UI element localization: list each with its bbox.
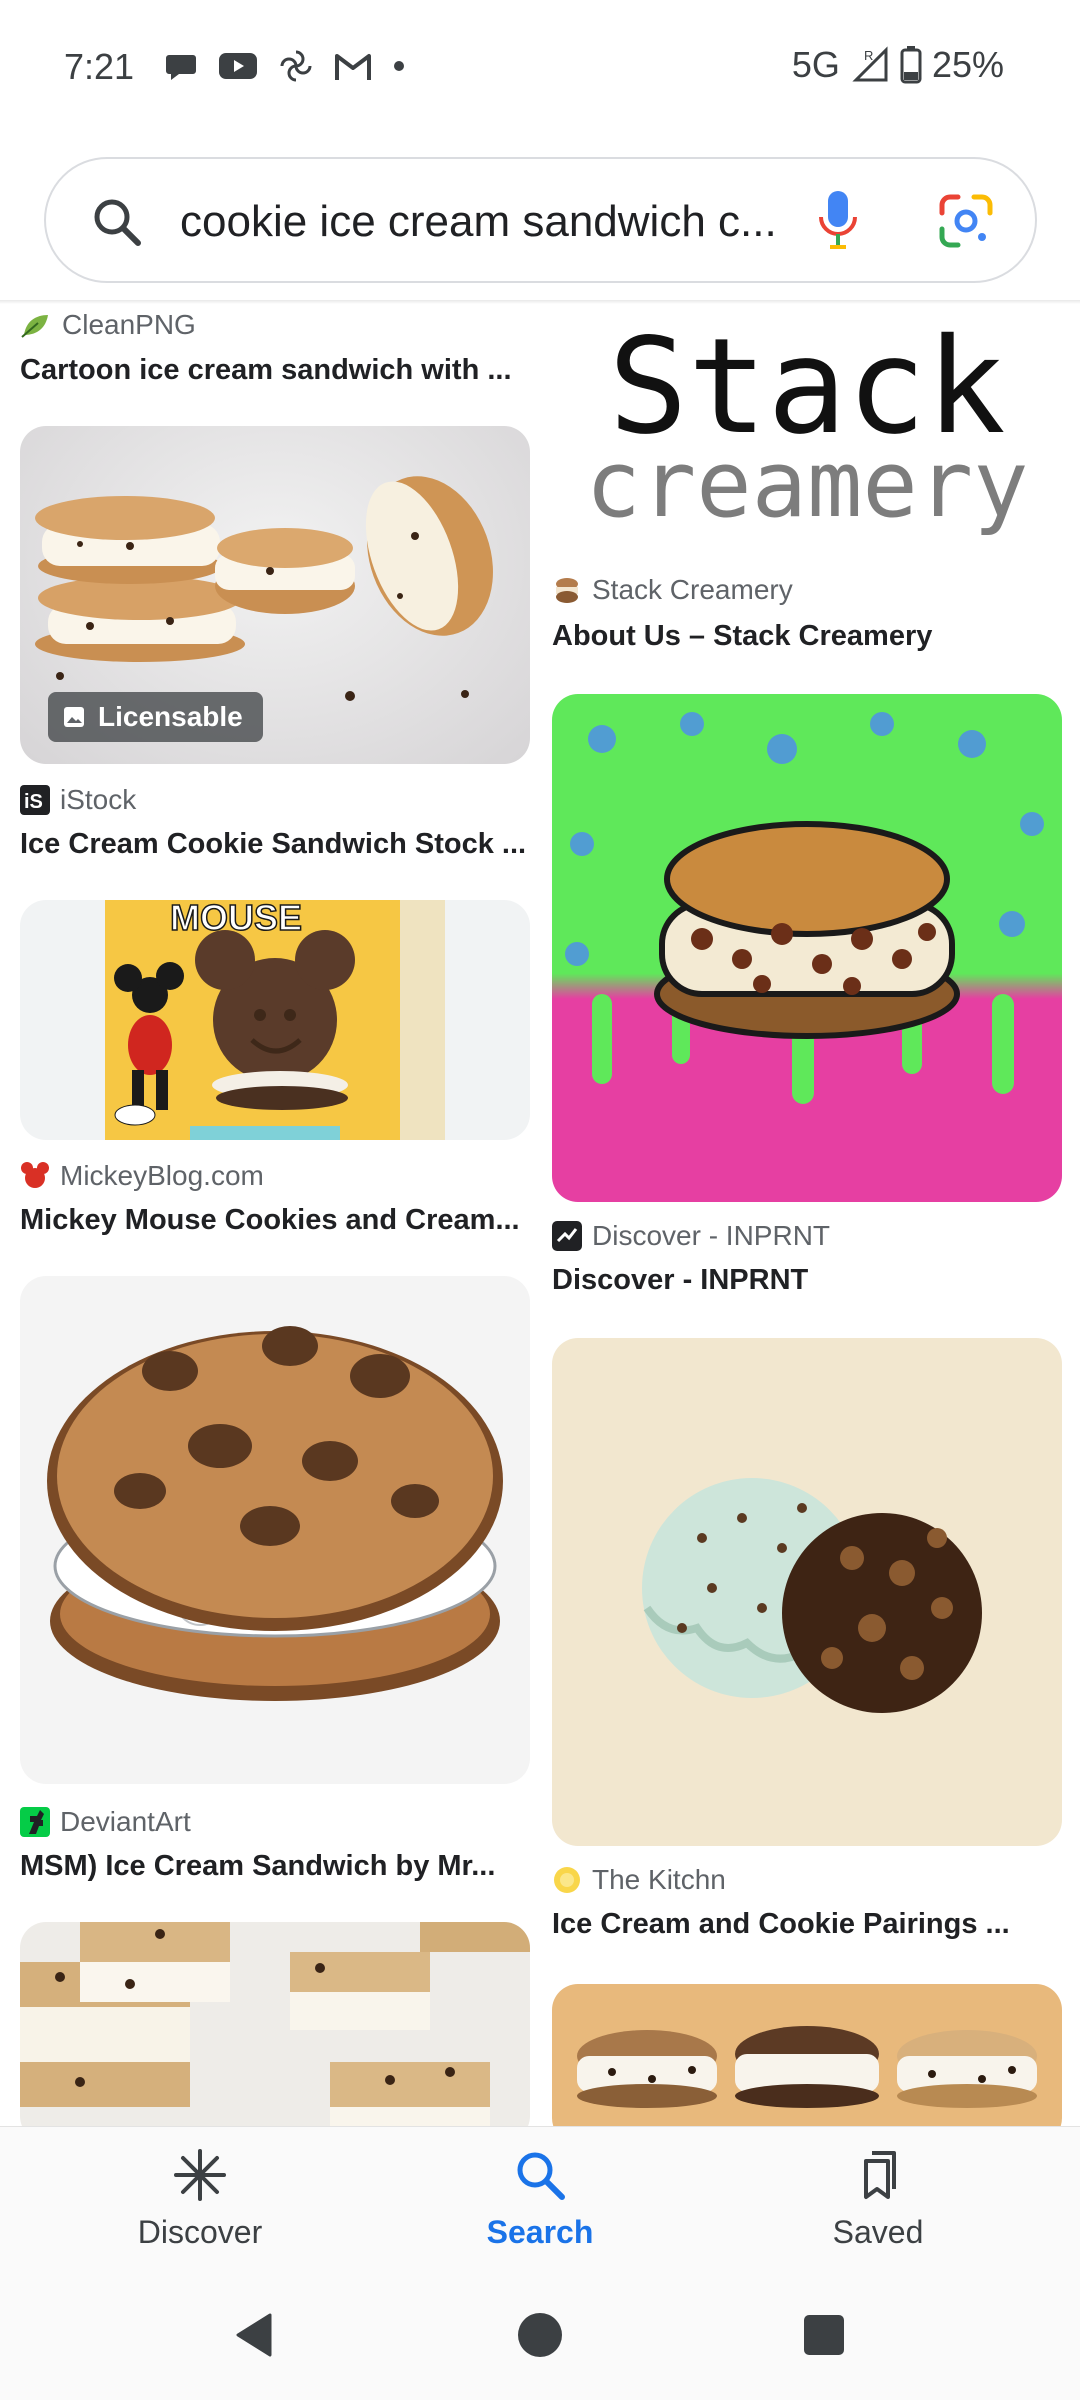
licensable-badge: Licensable — [48, 692, 263, 742]
svg-text:R: R — [864, 48, 873, 63]
image-icon — [64, 707, 84, 727]
result-source: iS iStock — [20, 784, 136, 816]
nav-saved[interactable]: Saved — [768, 2147, 988, 2251]
source-name: The Kitchn — [592, 1864, 726, 1895]
status-right: 5G R 25% — [792, 44, 1004, 86]
logo-line-2: creamery — [585, 431, 1028, 538]
result-title[interactable]: Ice Cream Cookie Sandwich Stock ... — [20, 828, 526, 861]
result-title[interactable]: MSM) Ice Cream Sandwich by Mr... — [20, 1850, 495, 1883]
stack-creamery-favicon-icon — [556, 578, 578, 603]
istock-favicon-icon: iS — [20, 785, 50, 815]
mickeyblog-favicon-icon — [21, 1162, 49, 1188]
result-thumbnail[interactable]: MOUSE — [20, 900, 530, 1140]
chat-bubble-icon — [166, 55, 196, 80]
signal-icon: R — [852, 46, 888, 82]
result-source: The Kitchn — [552, 1864, 726, 1896]
youtube-icon — [219, 53, 257, 79]
source-name: DeviantArt — [60, 1806, 191, 1837]
bottom-navigation: Discover Search Saved — [0, 2126, 1080, 2271]
nav-discover[interactable]: Discover — [90, 2147, 310, 2251]
mickey-box-image: MOUSE — [105, 900, 445, 1140]
result-card[interactable]: DeviantArt MSM) Ice Cream Sandwich by Mr… — [20, 1276, 530, 1906]
result-source: Stack Creamery — [552, 574, 793, 606]
status-bar: 7:21 5G R 25% — [0, 0, 1080, 135]
back-icon[interactable] — [232, 2311, 276, 2359]
result-thumbnail[interactable] — [20, 1922, 530, 2126]
home-icon[interactable] — [516, 2311, 564, 2359]
cleanpng-favicon-icon — [21, 315, 48, 338]
result-title[interactable]: Ice Cream and Cookie Pairings ... — [552, 1908, 1010, 1941]
three-ice-cream-sandwiches-image — [577, 2026, 1037, 2108]
svg-text:iS: iS — [24, 791, 43, 813]
result-thumbnail[interactable] — [552, 1984, 1062, 2126]
result-thumbnail[interactable] — [552, 694, 1062, 1202]
bookmarks-icon — [864, 2151, 896, 2199]
inprnt-favicon-icon — [552, 1221, 582, 1251]
image-results-grid[interactable]: CleanPNG Cartoon ice cream sandwich with… — [0, 304, 1080, 2126]
battery-icon — [900, 46, 922, 84]
gmail-icon — [335, 54, 371, 80]
search-icon — [517, 2152, 565, 2200]
system-navigation-bar — [0, 2271, 1080, 2400]
recents-icon[interactable] — [802, 2313, 846, 2357]
asterisk-icon — [174, 2149, 226, 2201]
result-card[interactable]: Stack creamery Stack Creamery About Us –… — [552, 304, 1062, 656]
cartoon-cookie-sandwich-image — [47, 1326, 503, 1701]
search-icon — [94, 199, 141, 246]
nav-search[interactable]: Search — [430, 2147, 650, 2251]
result-source: Discover - INPRNT — [552, 1220, 830, 1252]
result-card[interactable] — [20, 1922, 530, 2126]
deviantart-favicon-icon — [20, 1807, 50, 1837]
mic-icon[interactable] — [816, 187, 860, 253]
result-source: DeviantArt — [20, 1806, 191, 1838]
result-thumbnail[interactable] — [20, 1276, 530, 1784]
badge-label: Licensable — [98, 701, 243, 732]
result-title[interactable]: About Us – Stack Creamery — [552, 620, 932, 653]
the-kitchn-favicon-icon — [554, 1867, 580, 1893]
result-card[interactable]: MOUSE MickeyBlog.com Mickey Mouse Cookie… — [20, 900, 530, 1236]
nav-saved-label: Saved — [832, 2214, 924, 2250]
ice-cream-bars-image — [20, 1922, 530, 2126]
dot-icon — [394, 61, 404, 71]
result-source: CleanPNG — [20, 309, 196, 341]
result-title[interactable]: Cartoon ice cream sandwich with ... — [20, 354, 512, 387]
battery-percent: 25% — [931, 44, 1004, 85]
nav-discover-label: Discover — [137, 2214, 263, 2250]
result-thumbnail[interactable]: Licensable — [20, 426, 530, 764]
result-thumbnail[interactable] — [552, 1338, 1062, 1846]
search-bar[interactable]: cookie ice cream sandwich c... — [44, 157, 1037, 283]
result-card[interactable]: Licensable iS iStock Ice Cream Cookie Sa… — [20, 426, 530, 866]
result-source: MickeyBlog.com — [20, 1160, 264, 1192]
google-lens-icon[interactable] — [936, 191, 996, 251]
network-label: 5G — [791, 44, 840, 85]
result-card[interactable] — [552, 1984, 1062, 2126]
mint-ice-cream-cookie-image — [642, 1478, 982, 1713]
search-input[interactable]: cookie ice cream sandwich c... — [180, 197, 777, 247]
source-name: MickeyBlog.com — [60, 1160, 264, 1191]
result-title[interactable]: Mickey Mouse Cookies and Cream... — [20, 1204, 520, 1237]
pinwheel-icon — [280, 50, 312, 82]
status-time: 7:21 — [64, 46, 135, 87]
cookie-art-image — [565, 712, 1044, 1104]
nav-search-label: Search — [486, 2214, 594, 2250]
source-name: Stack Creamery — [592, 574, 793, 605]
result-thumbnail[interactable]: Stack creamery — [552, 304, 1062, 556]
result-card[interactable]: Discover - INPRNT Discover - INPRNT — [552, 694, 1062, 1314]
notification-icons — [164, 48, 406, 84]
result-card[interactable]: The Kitchn Ice Cream and Cookie Pairings… — [552, 1338, 1062, 1958]
source-name: Discover - INPRNT — [592, 1220, 831, 1251]
source-name: iStock — [60, 784, 137, 815]
stack-creamery-logo: Stack creamery — [585, 310, 1028, 538]
source-name: CleanPNG — [62, 309, 196, 340]
result-title[interactable]: Discover - INPRNT — [552, 1264, 808, 1297]
result-card[interactable]: CleanPNG Cartoon ice cream sandwich with… — [0, 304, 540, 387]
